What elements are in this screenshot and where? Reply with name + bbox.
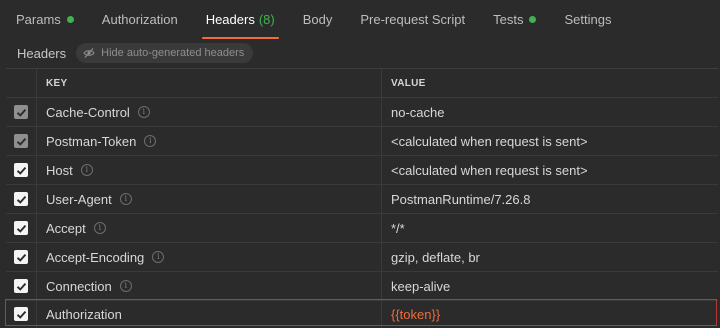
table-row: Postman-Token i <calculated when request… bbox=[6, 127, 718, 156]
tab-label: Params bbox=[16, 11, 61, 27]
table-header-row: KEY VALUE bbox=[6, 69, 718, 98]
tab-label: Authorization bbox=[101, 11, 178, 27]
value-cell[interactable]: */* bbox=[383, 214, 718, 242]
checkmark-icon bbox=[16, 224, 26, 233]
table-row: User-Agent i PostmanRuntime/7.26.8 bbox=[6, 185, 718, 214]
check-cell bbox=[6, 127, 37, 155]
check-cell bbox=[6, 243, 37, 271]
tab-tests[interactable]: Tests bbox=[479, 0, 550, 41]
value-cell[interactable]: no-cache bbox=[383, 98, 718, 126]
header-check-cell bbox=[6, 69, 37, 97]
checkmark-icon bbox=[16, 282, 26, 291]
check-cell bbox=[6, 300, 37, 328]
header-key: Postman-Token bbox=[46, 133, 137, 149]
header-count-badge: (8) bbox=[258, 11, 275, 27]
row-checkbox[interactable] bbox=[14, 163, 28, 177]
key-cell[interactable]: Cache-Control i bbox=[37, 98, 382, 126]
value-cell[interactable]: {{token}} bbox=[383, 300, 718, 328]
tab-label: Body bbox=[302, 11, 333, 27]
tab-authorization[interactable]: Authorization bbox=[88, 0, 192, 41]
checkmark-icon bbox=[16, 253, 26, 262]
checkmark-icon bbox=[16, 108, 26, 117]
info-icon[interactable]: i bbox=[93, 222, 106, 234]
check-cell bbox=[6, 156, 37, 184]
hide-auto-generated-toggle[interactable]: Hide auto-generated headers bbox=[76, 43, 254, 63]
header-value: PostmanRuntime/7.26.8 bbox=[391, 191, 531, 207]
eye-off-icon bbox=[83, 48, 95, 58]
header-value: gzip, deflate, br bbox=[391, 249, 480, 265]
header-key: Authorization bbox=[46, 306, 122, 322]
row-checkbox[interactable] bbox=[14, 307, 28, 321]
column-header-key: KEY bbox=[37, 69, 382, 97]
tab-label: Headers bbox=[205, 11, 255, 27]
value-cell[interactable]: <calculated when request is sent> bbox=[383, 156, 718, 184]
tab-label: Tests bbox=[493, 11, 524, 27]
row-checkbox[interactable] bbox=[14, 134, 28, 148]
check-cell bbox=[6, 214, 37, 242]
key-cell[interactable]: Host i bbox=[37, 156, 382, 184]
info-icon[interactable]: i bbox=[119, 280, 132, 292]
tab-params[interactable]: Params bbox=[0, 0, 88, 41]
header-value: <calculated when request is sent> bbox=[391, 133, 588, 149]
check-cell bbox=[6, 185, 37, 213]
value-cell[interactable]: <calculated when request is sent> bbox=[383, 127, 718, 155]
request-tabs: Params Authorization Headers (8) Body Pr… bbox=[0, 0, 720, 40]
table-row: Connection i keep-alive bbox=[6, 272, 718, 301]
header-value: keep-alive bbox=[391, 278, 451, 294]
column-header-value: VALUE bbox=[391, 77, 426, 89]
tab-body[interactable]: Body bbox=[289, 0, 347, 41]
table-row: Accept-Encoding i gzip, deflate, br bbox=[6, 243, 718, 272]
check-cell bbox=[6, 98, 37, 126]
table-row: Cache-Control i no-cache bbox=[6, 98, 718, 127]
status-dot bbox=[529, 15, 537, 23]
header-key: Cache-Control bbox=[46, 104, 130, 120]
table-row: Authorization {{token}} bbox=[6, 300, 718, 328]
header-key: Connection bbox=[46, 278, 112, 294]
table-row: Accept i */* bbox=[6, 214, 718, 243]
header-value: <calculated when request is sent> bbox=[391, 162, 588, 178]
checkmark-icon bbox=[16, 310, 26, 319]
headers-table: KEY VALUE Cache-Control i no-cache Postm… bbox=[5, 68, 718, 328]
key-cell[interactable]: Authorization bbox=[37, 300, 382, 328]
header-key: Host bbox=[46, 162, 73, 178]
headers-subheader: Headers Hide auto-generated headers bbox=[0, 42, 720, 64]
header-value-variable: {{token}} bbox=[391, 306, 441, 322]
header-value: no-cache bbox=[391, 104, 445, 120]
tab-label: Settings bbox=[564, 11, 612, 27]
toggle-label: Hide auto-generated headers bbox=[101, 47, 245, 59]
checkmark-icon bbox=[16, 166, 26, 175]
checkmark-icon bbox=[16, 137, 26, 146]
checkmark-icon bbox=[16, 195, 26, 204]
value-cell[interactable]: gzip, deflate, br bbox=[383, 243, 718, 271]
key-cell[interactable]: Postman-Token i bbox=[37, 127, 382, 155]
status-dot bbox=[66, 15, 74, 23]
value-cell[interactable]: PostmanRuntime/7.26.8 bbox=[383, 185, 718, 213]
key-cell[interactable]: Connection i bbox=[37, 272, 382, 300]
check-cell bbox=[6, 272, 37, 300]
tab-pre-request-script[interactable]: Pre-request Script bbox=[346, 0, 479, 41]
key-cell[interactable]: Accept i bbox=[37, 214, 382, 242]
info-icon[interactable]: i bbox=[152, 251, 165, 263]
header-key: Accept bbox=[46, 220, 86, 236]
tab-settings[interactable]: Settings bbox=[550, 0, 625, 41]
info-icon[interactable]: i bbox=[137, 106, 150, 118]
info-icon[interactable]: i bbox=[119, 193, 132, 205]
tab-headers[interactable]: Headers (8) bbox=[192, 0, 289, 41]
key-cell[interactable]: Accept-Encoding i bbox=[37, 243, 382, 271]
row-checkbox[interactable] bbox=[14, 279, 28, 293]
row-checkbox[interactable] bbox=[14, 192, 28, 206]
info-icon[interactable]: i bbox=[80, 164, 93, 176]
row-checkbox[interactable] bbox=[14, 105, 28, 119]
row-checkbox[interactable] bbox=[14, 221, 28, 235]
key-cell[interactable]: User-Agent i bbox=[37, 185, 382, 213]
tab-label: Pre-request Script bbox=[360, 11, 466, 27]
header-key: Accept-Encoding bbox=[46, 249, 145, 265]
table-row: Host i <calculated when request is sent> bbox=[6, 156, 718, 185]
section-title: Headers bbox=[17, 45, 67, 61]
header-key: User-Agent bbox=[46, 191, 112, 207]
info-icon[interactable]: i bbox=[144, 135, 157, 147]
header-value: */* bbox=[391, 220, 405, 236]
value-cell[interactable]: keep-alive bbox=[383, 272, 718, 300]
row-checkbox[interactable] bbox=[14, 250, 28, 264]
